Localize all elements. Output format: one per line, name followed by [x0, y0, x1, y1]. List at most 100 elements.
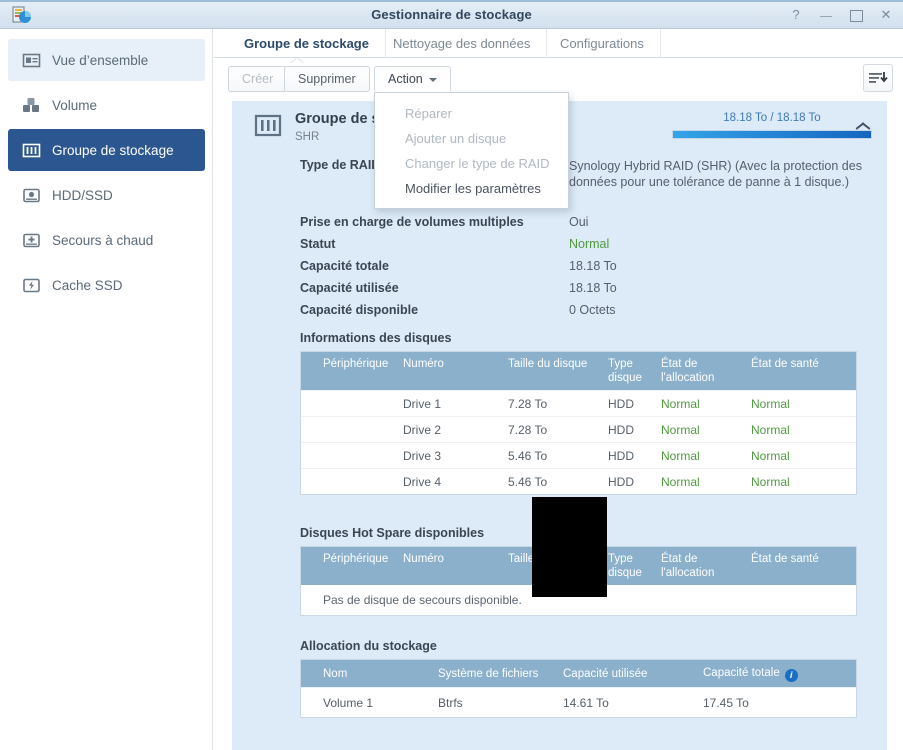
sidebar-item-storage-pool[interactable]: Groupe de stockage — [8, 129, 205, 171]
cell-number: Drive 1 — [403, 396, 442, 411]
cell-type: HDD — [608, 422, 634, 437]
content-area: Groupe de stockage Nettoyage des données… — [214, 29, 903, 750]
cell-health: Normal — [751, 422, 790, 437]
col-allocation-status: État de l'allocation — [661, 553, 715, 579]
help-button[interactable]: ? — [789, 7, 803, 22]
cell-allocation: Normal — [661, 396, 700, 411]
sidebar-item-label: Cache SSD — [52, 277, 123, 293]
col-number: Numéro — [403, 553, 444, 565]
menu-item-repair[interactable]: Réparer — [375, 101, 568, 126]
pool-capacity-fill — [673, 131, 871, 138]
table-row[interactable]: Drive 2 7.28 To HDD Normal Normal — [301, 416, 856, 442]
cell-size: 7.28 To — [508, 396, 548, 411]
menu-item-add-disk[interactable]: Ajouter un disque — [375, 126, 568, 151]
action-dropdown-menu: Réparer Ajouter un disque Changer le typ… — [374, 92, 569, 209]
detail-label: Prise en charge de volumes multiples — [300, 215, 524, 229]
cell-health: Normal — [751, 474, 790, 489]
create-button[interactable]: Créer — [228, 66, 288, 92]
sidebar-item-volume[interactable]: Volume — [8, 84, 205, 126]
chevron-up-icon[interactable] — [855, 121, 871, 131]
cell-type: HDD — [608, 474, 634, 489]
col-total-capacity-label: Capacité totale — [703, 667, 780, 679]
cell-allocation: Normal — [661, 474, 700, 489]
col-used-capacity: Capacité utilisée — [563, 668, 648, 680]
detail-label: Statut — [300, 237, 336, 251]
cell-filesystem: Btrfs — [438, 695, 463, 710]
cell-type: HDD — [608, 396, 634, 411]
status-badge: Normal — [569, 237, 610, 251]
table-row[interactable]: Drive 4 5.46 To HDD Normal Normal — [301, 468, 856, 494]
cell-type: HDD — [608, 448, 634, 463]
tab-configurations[interactable]: Configurations — [544, 29, 661, 58]
tab-data-scrubbing[interactable]: Nettoyage des données — [377, 29, 548, 58]
hot-spare-icon — [22, 231, 41, 250]
table-header: Périphérique Numéro Taille du disque Typ… — [301, 352, 856, 390]
minimize-button[interactable] — [819, 8, 833, 22]
window-controls: ? ✕ — [789, 0, 893, 29]
overview-icon — [22, 51, 41, 70]
cell-size: 7.28 To — [508, 422, 548, 437]
col-device: Périphérique — [323, 553, 389, 565]
allocation-table: Nom Système de fichiers Capacité utilisé… — [300, 659, 857, 718]
window-title: Gestionnaire de stockage — [371, 7, 532, 22]
sidebar-item-label: Secours à chaud — [52, 232, 154, 248]
sort-list-icon[interactable] — [863, 64, 893, 92]
sidebar: Vue d’ensemble Volume Groupe de stockage… — [0, 29, 213, 750]
cell-size: 5.46 To — [508, 448, 548, 463]
col-health-status: État de santé — [751, 553, 819, 565]
cell-used: 14.61 To — [563, 695, 609, 710]
info-icon[interactable]: i — [784, 669, 798, 682]
table-row[interactable]: Volume 1 Btrfs 14.61 To 17.45 To — [301, 687, 856, 717]
maximize-button[interactable] — [849, 8, 863, 22]
cell-allocation: Normal — [661, 448, 700, 463]
title-bar: Gestionnaire de stockage ? ✕ — [0, 0, 903, 29]
col-number: Numéro — [403, 358, 444, 370]
detail-value: 18.18 To — [569, 259, 617, 273]
cell-name: Volume 1 — [323, 695, 374, 710]
cell-total: 17.45 To — [703, 695, 749, 710]
pool-capacity-label: 18.18 To / 18.18 To — [723, 112, 821, 124]
table-row[interactable]: Drive 3 5.46 To HDD Normal Normal — [301, 442, 856, 468]
pool-capacity-bar — [672, 130, 872, 139]
action-button-label: Action — [388, 72, 423, 86]
menu-item-modify-settings[interactable]: Modifier les paramètres — [375, 176, 568, 201]
col-health-status: État de santé — [751, 358, 819, 370]
tab-storage-pool[interactable]: Groupe de stockage — [228, 29, 386, 58]
col-disk-type: Type disque — [608, 553, 642, 579]
detail-value: 0 Octets — [569, 303, 616, 317]
disk-info-table: Périphérique Numéro Taille du disque Typ… — [300, 351, 857, 495]
chevron-down-icon — [428, 77, 437, 82]
table-row[interactable]: Drive 1 7.28 To HDD Normal Normal — [301, 390, 856, 416]
delete-button[interactable]: Supprimer — [284, 66, 370, 92]
col-allocation-status: État de l'allocation — [661, 358, 715, 384]
pool-subtitle: SHR — [295, 131, 320, 143]
table-header: Nom Système de fichiers Capacité utilisé… — [301, 660, 856, 687]
allocation-title: Allocation du stockage — [300, 639, 437, 653]
sidebar-item-overview[interactable]: Vue d’ensemble — [8, 39, 205, 81]
col-disk-type: Type disque — [608, 358, 642, 384]
tab-bar: Groupe de stockage Nettoyage des données… — [214, 29, 903, 64]
col-name: Nom — [323, 668, 348, 680]
cell-number: Drive 4 — [403, 474, 442, 489]
sidebar-item-label: Volume — [52, 97, 98, 113]
redaction-overlay — [532, 497, 607, 597]
sidebar-item-ssd-cache[interactable]: Cache SSD — [8, 264, 205, 306]
cell-health: Normal — [751, 448, 790, 463]
sidebar-item-label: Vue d’ensemble — [52, 52, 149, 68]
volume-icon — [22, 96, 41, 115]
toolbar: Créer Supprimer Action Réparer Ajouter u… — [214, 58, 903, 209]
sidebar-item-hot-spare[interactable]: Secours à chaud — [8, 219, 205, 261]
ssd-cache-icon — [22, 276, 41, 295]
action-button[interactable]: Action — [374, 66, 451, 92]
cell-health: Normal — [751, 396, 790, 411]
sidebar-item-hdd-ssd[interactable]: HDD/SSD — [8, 174, 205, 216]
col-disk-size: Taille du disque — [508, 358, 588, 370]
sidebar-item-label: Groupe de stockage — [52, 142, 174, 158]
hdd-icon — [22, 186, 41, 205]
menu-item-change-raid-type[interactable]: Changer le type de RAID — [375, 151, 568, 176]
detail-label: Type de RAID — [300, 158, 381, 172]
detail-value: 18.18 To — [569, 281, 617, 295]
close-button[interactable]: ✕ — [879, 7, 893, 22]
cell-number: Drive 3 — [403, 448, 442, 463]
storage-manager-window: Gestionnaire de stockage ? ✕ Vue d’ensem… — [0, 0, 903, 750]
